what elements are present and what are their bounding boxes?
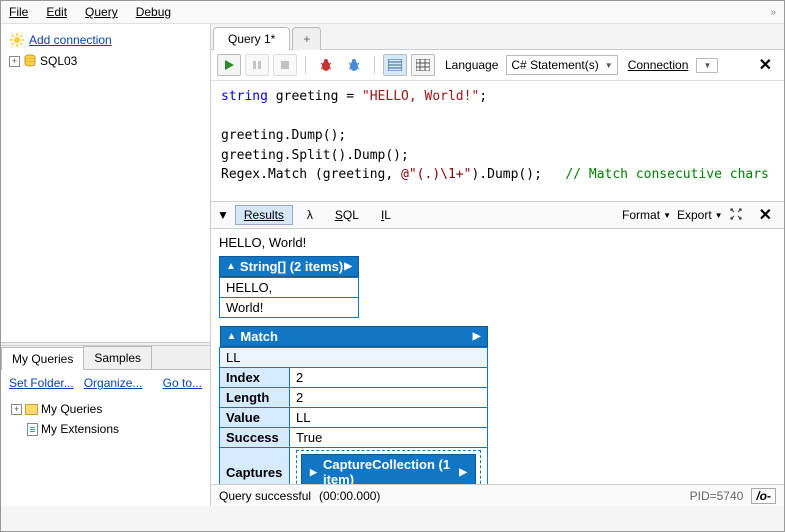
results-tab-results[interactable]: Results — [235, 205, 293, 225]
expand-icon[interactable] — [729, 207, 743, 224]
tab-my-queries[interactable]: My Queries — [1, 347, 84, 370]
menu-edit[interactable]: Edit — [46, 5, 67, 19]
bug-blue-icon[interactable] — [342, 54, 366, 76]
triangle-up-icon: ▲ — [226, 261, 236, 272]
results-pane[interactable]: HELLO, World! ▲ String[] (2 items) ▶ HEL… — [211, 229, 784, 484]
my-queries-panel: My Queries Samples Set Folder... Organiz… — [1, 346, 210, 506]
match-value-row: LL — [220, 348, 488, 368]
table-cell: HELLO, — [220, 278, 359, 298]
folder-icon — [25, 404, 38, 415]
language-label: Language — [445, 58, 498, 72]
pause-button — [245, 54, 269, 76]
document-tabs: Query 1* + — [211, 24, 784, 50]
db-tree-row[interactable]: + SQL03 — [5, 52, 206, 70]
triangle-up-icon: ▲ — [227, 331, 237, 342]
status-bar: Query successful (00:00.000) PID=5740 /o… — [211, 484, 784, 506]
status-pid: PID=5740 — [690, 489, 744, 503]
dump-text: HELLO, World! — [219, 235, 776, 250]
editor-area: Query 1* + Language C# Statement(s) ▼ Co… — [211, 24, 784, 506]
collapse-results-icon[interactable]: ▼ — [217, 208, 229, 222]
tree-my-queries[interactable]: + My Queries — [7, 400, 204, 418]
tab-query-1[interactable]: Query 1* — [213, 27, 290, 50]
add-connection-link[interactable]: Add connection — [29, 33, 112, 47]
database-icon — [23, 54, 37, 68]
set-folder-link[interactable]: Set Folder... — [9, 376, 74, 390]
bug-red-icon[interactable] — [314, 54, 338, 76]
chevron-down-icon: ▼ — [605, 61, 613, 70]
results-toolbar: ▼ Results λ SQL IL Format ▼ Export ▼ ✕ — [211, 201, 784, 229]
results-tab-lambda[interactable]: λ — [299, 206, 321, 224]
results-tab-il[interactable]: IL — [373, 206, 399, 224]
menu-debug[interactable]: Debug — [136, 5, 171, 19]
tree-label: My Queries — [41, 402, 102, 416]
results-tab-sql[interactable]: SQL — [327, 206, 367, 224]
tree-my-extensions[interactable]: My Extensions — [7, 420, 204, 438]
stop-button — [273, 54, 297, 76]
connections-panel: Add connection + SQL03 — [1, 24, 210, 342]
dump-header-string-array[interactable]: ▲ String[] (2 items) ▶ — [219, 256, 359, 277]
dump-match-table: ▲ Match ▶ LL Index2 Length2 ValueLL Succ… — [219, 326, 488, 484]
tab-samples[interactable]: Samples — [83, 346, 152, 369]
tab-new[interactable]: + — [292, 27, 321, 50]
triangle-right-icon: ▶ — [344, 261, 352, 272]
chevron-down-icon: ▼ — [703, 61, 711, 70]
view-rich-button[interactable] — [383, 54, 407, 76]
caret-down-icon: ▼ — [663, 211, 671, 220]
export-dropdown[interactable]: Export ▼ — [677, 208, 723, 222]
status-optimize[interactable]: /o- — [751, 488, 776, 504]
menubar: File Edit Query Debug » — [1, 1, 784, 24]
add-connection-icon — [9, 32, 25, 48]
run-button[interactable] — [217, 54, 241, 76]
expand-icon[interactable]: + — [9, 56, 20, 67]
editor-toolbar: Language C# Statement(s) ▼ Connection ▼ … — [211, 50, 784, 81]
tree-label: My Extensions — [41, 422, 119, 436]
view-grid-button[interactable] — [411, 54, 435, 76]
sidebar: Add connection + SQL03 My Queries Sample… — [1, 24, 211, 506]
status-message: Query successful — [219, 489, 311, 503]
triangle-right-icon: ▶ — [459, 467, 467, 478]
dump-table: HELLO, World! — [219, 277, 359, 318]
caret-down-icon: ▼ — [715, 211, 723, 220]
dump-header-match[interactable]: ▲ Match ▶ — [220, 326, 488, 347]
status-time: (00:00.000) — [319, 489, 380, 503]
db-name: SQL03 — [40, 54, 77, 68]
expand-icon[interactable]: + — [11, 404, 22, 415]
organize-link[interactable]: Organize... — [84, 376, 143, 390]
language-select[interactable]: C# Statement(s) ▼ — [506, 55, 617, 75]
document-icon — [27, 423, 38, 436]
format-dropdown[interactable]: Format ▼ — [622, 208, 671, 222]
nested-capture-collection[interactable]: ▶CaptureCollection (1 item)▶ — [301, 454, 476, 484]
connection-label: Connection — [628, 58, 689, 72]
connection-select[interactable]: ▼ — [696, 58, 718, 73]
menu-query[interactable]: Query — [85, 5, 118, 19]
triangle-right-icon: ▶ — [310, 467, 317, 478]
close-button[interactable]: ✕ — [753, 55, 778, 75]
add-connection-row[interactable]: Add connection — [5, 30, 206, 50]
goto-link[interactable]: Go to... — [163, 376, 202, 390]
close-results-button[interactable]: ✕ — [753, 205, 778, 225]
table-cell: World! — [220, 298, 359, 318]
menu-file[interactable]: File — [9, 5, 28, 19]
triangle-right-icon: ▶ — [473, 331, 481, 342]
code-editor[interactable]: string greeting = "HELLO, World!"; greet… — [211, 81, 784, 201]
menu-overflow-icon[interactable]: » — [770, 7, 776, 18]
